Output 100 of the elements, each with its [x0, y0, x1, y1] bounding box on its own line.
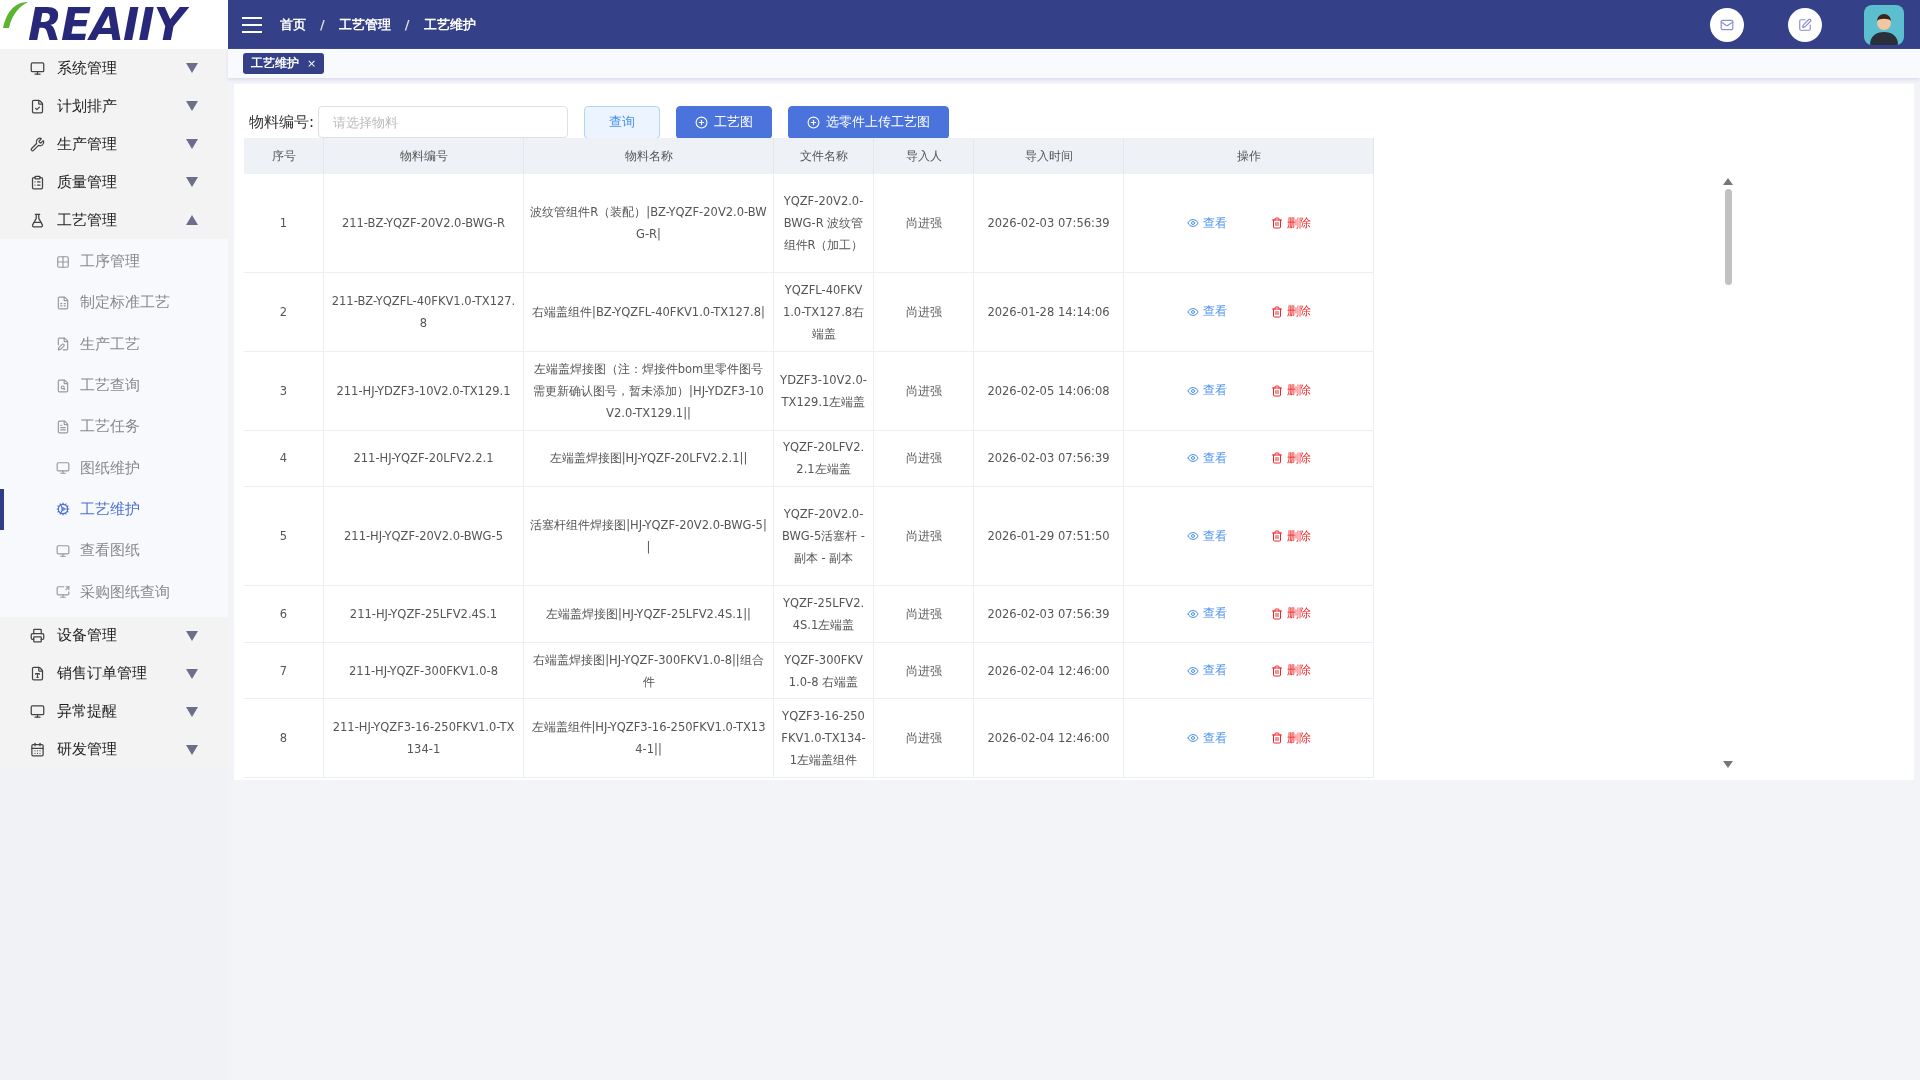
delete-link[interactable]: 删除 — [1270, 662, 1311, 680]
sidebar-item[interactable]: 计划排产 — [0, 87, 228, 125]
breadcrumb-item[interactable]: 工艺管理 — [338, 15, 391, 34]
column-header: 物料编号 — [324, 138, 524, 174]
table-cell: 2026-02-03 07:56:39 — [974, 174, 1124, 273]
table-cell: 右端盖焊接图|HJ-YQZF-300FKV1.0-8||组合件 — [524, 642, 774, 700]
table-cell: 尚进强 — [874, 273, 974, 352]
column-header: 文件名称 — [774, 138, 874, 174]
view-link[interactable]: 查看 — [1186, 449, 1227, 467]
table-cell: YDZF3-10V2.0-TX129.1左端盖 — [774, 351, 874, 431]
table-cell: 波纹管组件R（装配）|BZ-YQZF-20V2.0-BWG-R| — [524, 174, 774, 273]
table-cell: 2026-02-03 07:56:39 — [974, 586, 1124, 643]
table-cell: 2026-02-05 14:06:08 — [974, 351, 1124, 431]
table-cell: 左端盖焊接图（注：焊接件bom里零件图号需更新确认图号，暂未添加）|HJ-YDZF3-10V2.0-TX129.1|| — [524, 351, 774, 431]
table-cell: 2026-01-29 07:51:50 — [974, 487, 1124, 587]
page-tab[interactable]: 工艺维护 × — [243, 53, 325, 74]
table-cell: YQZFL-40FKV1.0-TX127.8右端盖 — [774, 273, 874, 352]
table-cell: 4 — [244, 430, 324, 488]
table-cell: 1 — [244, 174, 324, 273]
table-cell: 尚进强 — [874, 487, 974, 587]
delete-link[interactable]: 删除 — [1270, 605, 1311, 623]
table-cell: 尚进强 — [874, 174, 974, 273]
table-cell: 211-BZ-YQZF-20V2.0-BWG-R — [324, 174, 524, 273]
table-cell: 左端盖组件|HJ-YQZF3-16-250FKV1.0-TX134-1|| — [524, 699, 774, 778]
table-cell: 211-HJ-YQZF-20V2.0-BWG-5 — [324, 487, 524, 587]
sidebar-subitem[interactable]: 工艺任务 — [0, 406, 228, 448]
table-cell: YQZF3-16-250FKV1.0-TX134-1左端盖组件 — [774, 699, 874, 778]
view-link[interactable]: 查看 — [1186, 382, 1227, 400]
add-button[interactable]: 工艺图 — [676, 105, 773, 139]
sidebar-item[interactable]: 异常提醒 — [0, 692, 228, 731]
table-cell: 2026-02-03 07:56:39 — [974, 430, 1124, 488]
table-cell: YQZF-20LFV2.2.1左端盖 — [774, 430, 874, 488]
sidebar-item[interactable]: 质量管理 — [0, 163, 228, 201]
table-cell: 211-HJ-YQZF-20LFV2.2.1 — [324, 430, 524, 488]
table-cell: 尚进强 — [874, 586, 974, 643]
view-link[interactable]: 查看 — [1186, 662, 1227, 680]
breadcrumb-separator: / — [404, 17, 410, 32]
sidebar-item[interactable]: 研发管理 — [0, 730, 228, 769]
table-cell: 2026-02-04 12:46:00 — [974, 642, 1124, 700]
view-link[interactable]: 查看 — [1186, 729, 1227, 747]
table-cell: 211-HJ-YQZF3-16-250FKV1.0-TX134-1 — [324, 699, 524, 778]
table-cell: 左端盖焊接图|HJ-YQZF-25LFV2.4S.1|| — [524, 586, 774, 643]
table-cell: 活塞杆组件焊接图|HJ-YQZF-20V2.0-BWG-5|| — [524, 487, 774, 587]
delete-link[interactable]: 删除 — [1270, 214, 1311, 232]
sidebar-item[interactable]: 工艺管理 — [0, 201, 228, 239]
delete-link[interactable]: 删除 — [1270, 449, 1311, 467]
table-cell: 尚进强 — [874, 351, 974, 431]
view-link[interactable]: 查看 — [1186, 605, 1227, 623]
view-link[interactable]: 查看 — [1186, 214, 1227, 232]
table-cell: 211-HJ-YQZF-300FKV1.0-8 — [324, 642, 524, 700]
sidebar-subitem[interactable]: 查看图纸 — [0, 530, 228, 572]
table-cell: 7 — [244, 642, 324, 700]
view-link[interactable]: 查看 — [1186, 303, 1227, 321]
column-header: 序号 — [244, 138, 324, 174]
table-cell: 2026-01-28 14:14:06 — [974, 273, 1124, 352]
table-cell: 尚进强 — [874, 699, 974, 778]
column-header: 导入人 — [874, 138, 974, 174]
breadcrumb-separator: / — [320, 17, 325, 32]
sidebar-subitem[interactable]: 工艺维护 — [0, 488, 228, 531]
delete-link[interactable]: 删除 — [1270, 527, 1311, 545]
column-header: 导入时间 — [974, 138, 1124, 174]
sidebar-subitem[interactable]: 采购图纸查询 — [0, 571, 228, 613]
table-cell: 211-HJ-YDZF3-10V2.0-TX129.1 — [324, 351, 524, 431]
table-cell: 3 — [244, 351, 324, 431]
view-link[interactable]: 查看 — [1186, 527, 1227, 545]
table-cell: 211-BZ-YQZFL-40FKV1.0-TX127.8 — [324, 273, 524, 352]
table-cell: 5 — [244, 487, 324, 587]
field-label: 物料编号: — [249, 112, 315, 132]
material-code-field[interactable]: 请选择物料 — [318, 106, 569, 138]
sidebar-item[interactable]: 生产管理 — [0, 125, 228, 163]
table-cell: 6 — [244, 586, 324, 643]
breadcrumb-item[interactable]: 首页 — [280, 15, 306, 34]
breadcrumb-item: 工艺维护 — [423, 15, 476, 34]
table-cell: YQZF-25LFV2.4S.1左端盖 — [774, 586, 874, 643]
sidebar-subitem[interactable]: 生产工艺 — [0, 323, 228, 365]
table-cell: YQZF-20V2.0-BWG-5活塞杆 - 副本 - 副本 — [774, 487, 874, 587]
close-icon[interactable]: × — [307, 57, 317, 70]
sidebar-subitem[interactable]: 工序管理 — [0, 241, 228, 283]
table-cell: 2 — [244, 273, 324, 352]
add-button[interactable]: 选零件上传工艺图 — [788, 105, 950, 139]
table-cell: 2026-02-04 12:46:00 — [974, 699, 1124, 778]
table-cell: 右端盖组件|BZ-YQZFL-40FKV1.0-TX127.8| — [524, 273, 774, 352]
table-cell: 尚进强 — [874, 430, 974, 488]
sidebar-item[interactable]: 销售订单管理 — [0, 654, 228, 693]
query-button[interactable]: 查询 — [584, 105, 661, 139]
sidebar-item[interactable]: 系统管理 — [0, 49, 228, 87]
delete-link[interactable]: 删除 — [1270, 382, 1311, 400]
table-cell: YQZF-300FKV1.0-8 右端盖 — [774, 642, 874, 700]
sidebar-item[interactable]: 设备管理 — [0, 616, 228, 655]
delete-link[interactable]: 删除 — [1270, 729, 1311, 747]
sidebar-subitem[interactable]: 工艺查询 — [0, 364, 228, 407]
sidebar-subitem[interactable]: 制定标准工艺 — [0, 282, 228, 324]
column-header: 物料名称 — [524, 138, 774, 174]
table-cell: YQZF-20V2.0-BWG-R 波纹管组件R（加工） — [774, 174, 874, 273]
sidebar-subitem[interactable]: 图纸维护 — [0, 447, 228, 489]
column-header: 操作 — [1124, 138, 1374, 174]
table-cell: 尚进强 — [874, 642, 974, 700]
table-cell: 左端盖焊接图|HJ-YQZF-20LFV2.2.1|| — [524, 430, 774, 488]
table-cell: 8 — [244, 699, 324, 778]
delete-link[interactable]: 删除 — [1270, 303, 1311, 321]
